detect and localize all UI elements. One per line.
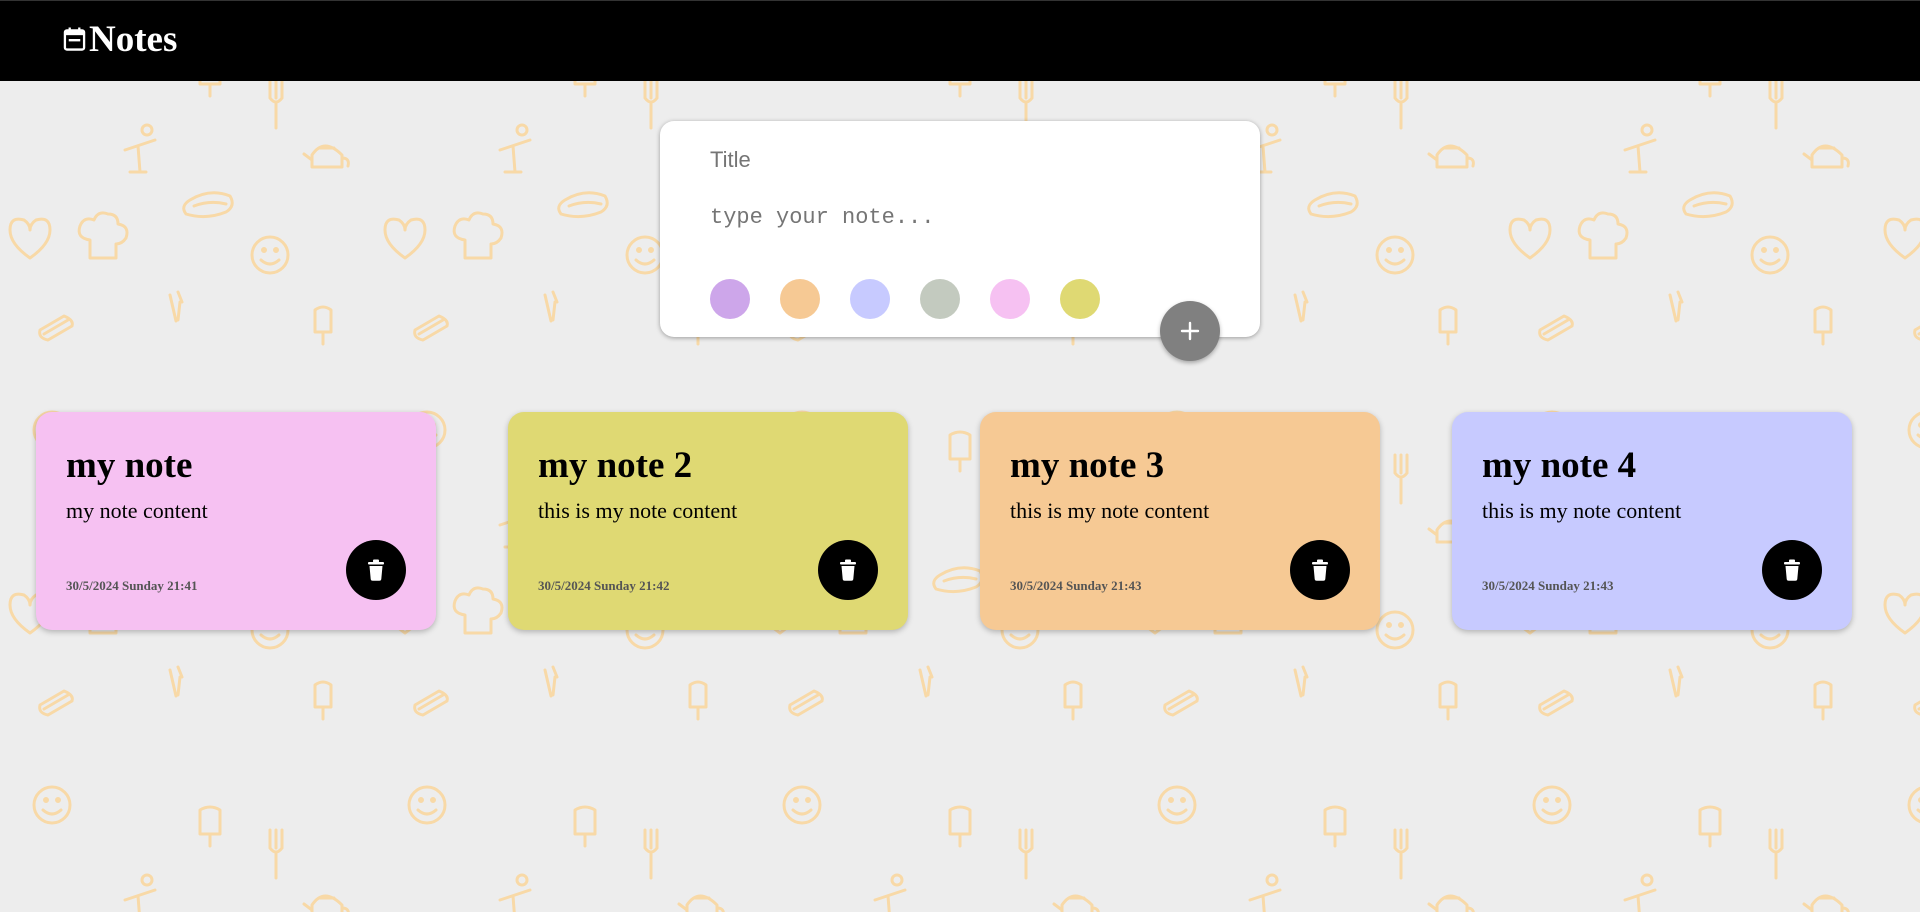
note-title: my note 3 (1010, 445, 1165, 486)
note-input[interactable] (710, 205, 1210, 239)
note-date: 30/5/2024 Sunday 21:42 (538, 578, 670, 593)
color-swatch[interactable] (920, 279, 960, 319)
delete-note-button[interactable] (1762, 540, 1822, 600)
notes-grid: my note my note content 30/5/2024 Sunday 2… (36, 412, 1852, 632)
note-title: my note (66, 445, 193, 486)
note-content: this is my note content (1010, 498, 1210, 523)
trash-icon (1784, 559, 1800, 581)
note-date: 30/5/2024 Sunday 21:43 (1010, 578, 1142, 593)
note-title: my note 4 (1482, 445, 1637, 486)
plus-icon (1180, 321, 1200, 341)
note-composer (660, 121, 1260, 361)
delete-note-button[interactable] (818, 540, 878, 600)
trash-icon (1312, 559, 1328, 581)
delete-note-button[interactable] (346, 540, 406, 600)
note-date: 30/5/2024 Sunday 21:43 (1482, 578, 1614, 593)
trash-icon (840, 559, 856, 581)
color-swatch[interactable] (1060, 279, 1100, 319)
title-input[interactable] (710, 141, 1210, 179)
add-note-button[interactable] (1160, 301, 1220, 361)
note-card: my note 4 this is my note content 30/5/202… (1452, 412, 1852, 630)
note-title: my note 2 (538, 445, 693, 486)
color-swatches (710, 279, 1100, 319)
trash-icon (368, 559, 384, 581)
note-content: my note content (66, 498, 208, 523)
note-content: this is my note content (1482, 498, 1682, 523)
delete-note-button[interactable] (1290, 540, 1350, 600)
app-title: Notes (89, 18, 178, 60)
note-content: this is my note content (538, 498, 738, 523)
color-swatch[interactable] (850, 279, 890, 319)
color-swatch[interactable] (710, 279, 750, 319)
notes-calendar-icon (63, 27, 86, 51)
color-swatch[interactable] (780, 279, 820, 319)
note-card: my note my note content 30/5/2024 Sunday 2… (36, 412, 436, 630)
color-swatch[interactable] (990, 279, 1030, 319)
note-card: my note 2 this is my note content 30/5/202… (508, 412, 908, 630)
note-card: my note 3 this is my note content 30/5/202… (980, 412, 1380, 630)
app-header: Notes (0, 0, 1920, 81)
note-date: 30/5/2024 Sunday 21:41 (66, 578, 198, 593)
